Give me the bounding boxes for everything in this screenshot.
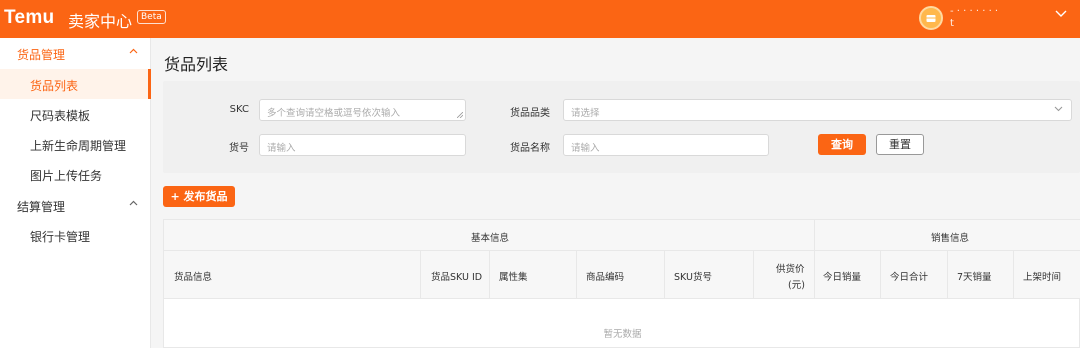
- resize-handle-icon[interactable]: [457, 112, 463, 118]
- col-sku-item-no: SKU货号: [674, 272, 712, 283]
- col-today-total: 今日合计: [890, 272, 929, 283]
- col-attribute-set: 属性集: [499, 272, 528, 283]
- product-table: 基本信息 销售信息 货品信息 货品SKU ID 属性集 商品编码 SKU货号 供…: [163, 219, 1080, 348]
- group-basic-info: 基本信息: [471, 233, 510, 244]
- publish-product-button[interactable]: + 发布货品: [163, 186, 235, 207]
- category-label: 货品品类: [510, 108, 550, 119]
- empty-state: 暂无数据: [603, 329, 642, 340]
- item-no-label: 货号: [229, 143, 249, 154]
- sidebar-item-image-upload[interactable]: 图片上传任务: [0, 159, 151, 189]
- chevron-down-icon: [1054, 106, 1063, 112]
- sidebar-group-product[interactable]: 货品管理: [0, 38, 151, 68]
- store-avatar[interactable]: [919, 6, 943, 30]
- sidebar: 货品管理 货品列表 尺码表模板 上新生命周期管理 图片上传任务 结算管理 银行卡…: [0, 38, 151, 348]
- column-divider: [489, 251, 490, 299]
- col-today-sales: 今日销量: [823, 272, 862, 283]
- item-no-input[interactable]: 请输入: [259, 134, 466, 156]
- column-divider: [753, 251, 754, 299]
- temu-logo[interactable]: Temu: [4, 7, 54, 29]
- column-divider: [576, 251, 577, 299]
- top-bar: Temu 卖家中心 Beta - · · · · · · · t: [0, 0, 1080, 38]
- user-name[interactable]: - · · · · · · · t: [950, 6, 998, 30]
- filter-panel: SKC 多个查询请空格或逗号依次输入 货品品类 请选择 货号 请输入 货品名称 …: [163, 81, 1080, 173]
- column-divider: [947, 251, 948, 299]
- col-7day-sales: 7天销量: [957, 272, 992, 283]
- column-divider: [880, 251, 881, 299]
- sidebar-item-bank-card[interactable]: 银行卡管理: [0, 220, 151, 250]
- chevron-down-icon[interactable]: [1055, 10, 1067, 18]
- col-supply-price: 供货价: [776, 264, 805, 275]
- skc-input[interactable]: 多个查询请空格或逗号依次输入: [259, 99, 466, 121]
- skc-label: SKC: [229, 104, 249, 115]
- col-sku-id: 货品SKU ID: [431, 272, 483, 283]
- sidebar-item-product-list[interactable]: 货品列表: [0, 69, 151, 99]
- chevron-up-icon: [129, 48, 138, 54]
- table-group-header: 基本信息 销售信息: [164, 220, 1080, 251]
- col-product-code: 商品编码: [586, 272, 625, 283]
- beta-badge: Beta: [137, 10, 166, 24]
- store-icon: [926, 15, 936, 22]
- column-divider: [420, 251, 421, 299]
- app-title: 卖家中心: [68, 12, 133, 31]
- col-listing-time: 上架时间: [1023, 272, 1062, 283]
- sidebar-item-lifecycle[interactable]: 上新生命周期管理: [0, 129, 151, 159]
- sidebar-item-size-chart[interactable]: 尺码表模板: [0, 99, 151, 129]
- group-divider: [814, 220, 815, 299]
- page-title: 货品列表: [164, 55, 229, 74]
- column-divider: [1013, 251, 1014, 299]
- category-select[interactable]: 请选择: [563, 99, 1072, 121]
- col-supply-price-unit: (元): [788, 280, 805, 291]
- table-column-header: 货品信息 货品SKU ID 属性集 商品编码 SKU货号 供货价 (元) 今日销…: [164, 251, 1080, 299]
- group-sales-info: 销售信息: [931, 233, 970, 244]
- sidebar-group-settlement[interactable]: 结算管理: [0, 190, 151, 220]
- col-product-info: 货品信息: [174, 272, 213, 283]
- name-label: 货品名称: [510, 143, 550, 154]
- column-divider: [664, 251, 665, 299]
- query-button[interactable]: 查询: [818, 134, 866, 155]
- chevron-up-icon: [129, 200, 138, 206]
- reset-button[interactable]: 重置: [876, 134, 924, 155]
- name-input[interactable]: 请输入: [563, 134, 769, 156]
